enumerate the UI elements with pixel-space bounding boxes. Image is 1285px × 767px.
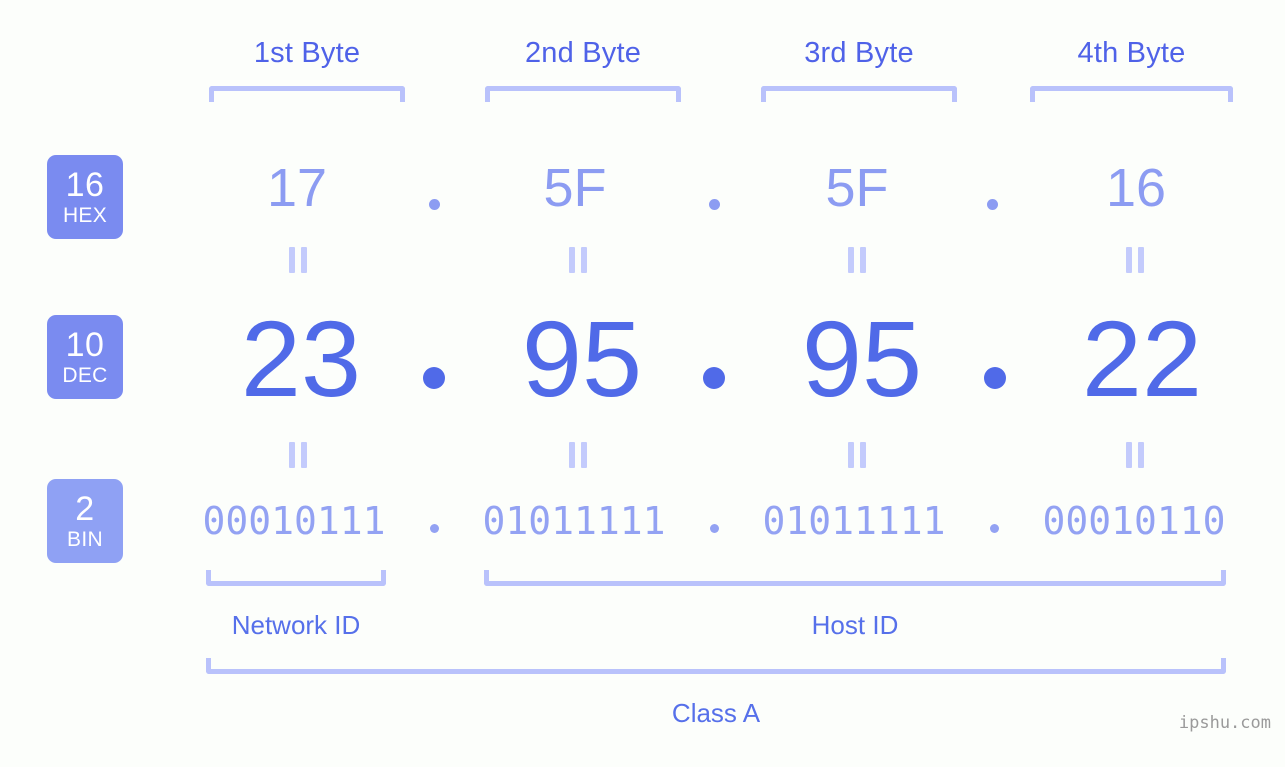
hex-separator-dot-3	[987, 199, 998, 210]
hex-octet-4: 16	[1105, 158, 1167, 218]
byte-header-2: 2nd Byte	[524, 37, 642, 69]
equals-mark-hex-dec-4	[1126, 247, 1144, 273]
hex-separator-dot-1	[429, 199, 440, 210]
equals-mark-hex-dec-2	[569, 247, 587, 273]
byte-header-3: 3rd Byte	[804, 37, 914, 69]
hex-octet-2: 5F	[543, 158, 607, 218]
equals-mark-dec-bin-2	[569, 442, 587, 468]
byte-bracket-top-4	[1030, 86, 1233, 102]
network-id-bracket	[206, 570, 386, 586]
dec-octet-2: 95	[521, 298, 643, 419]
byte-header-4: 4th Byte	[1077, 37, 1186, 69]
dec-separator-dot-3	[984, 367, 1006, 389]
dec-separator-dot-1	[423, 367, 445, 389]
network-id-label: Network ID	[231, 610, 361, 640]
bin-octet-3: 01011111	[762, 499, 946, 543]
base-badge-bin-label: BIN	[67, 528, 103, 551]
dec-octet-4: 22	[1081, 298, 1203, 419]
site-watermark: ipshu.com	[1178, 713, 1271, 733]
base-badge-bin-number: 2	[75, 490, 95, 528]
host-id-label: Host ID	[811, 610, 899, 640]
base-badge-dec: 10 DEC	[47, 315, 123, 399]
byte-bracket-top-2	[485, 86, 681, 102]
byte-bracket-top-3	[761, 86, 957, 102]
equals-mark-dec-bin-3	[848, 442, 866, 468]
base-badge-dec-number: 10	[65, 326, 105, 364]
base-badge-hex-number: 16	[65, 166, 105, 204]
bin-octet-2: 01011111	[482, 499, 666, 543]
dec-separator-dot-2	[703, 367, 725, 389]
dec-octet-1: 23	[240, 298, 362, 419]
hex-separator-dot-2	[709, 199, 720, 210]
byte-header-1: 1st Byte	[253, 37, 361, 69]
host-id-bracket	[484, 570, 1226, 586]
bin-separator-dot-2	[710, 524, 719, 533]
base-badge-hex-label: HEX	[62, 204, 108, 227]
hex-octet-1: 17	[266, 158, 328, 218]
equals-mark-dec-bin-4	[1126, 442, 1144, 468]
equals-mark-hex-dec-1	[289, 247, 307, 273]
equals-mark-hex-dec-3	[848, 247, 866, 273]
equals-mark-dec-bin-1	[289, 442, 307, 468]
base-badge-dec-label: DEC	[62, 364, 108, 387]
bin-octet-4: 00010110	[1042, 499, 1226, 543]
base-badge-bin: 2 BIN	[47, 479, 123, 563]
byte-bracket-top-1	[209, 86, 405, 102]
dec-octet-3: 95	[801, 298, 923, 419]
base-badge-hex: 16 HEX	[47, 155, 123, 239]
ip-address-breakdown-diagram: 1st Byte 2nd Byte 3rd Byte 4th Byte 16 H…	[0, 0, 1285, 767]
bin-separator-dot-3	[990, 524, 999, 533]
bin-octet-1: 00010111	[202, 499, 386, 543]
hex-octet-3: 5F	[825, 158, 889, 218]
class-bracket	[206, 658, 1226, 674]
bin-separator-dot-1	[430, 524, 439, 533]
class-label: Class A	[671, 698, 761, 728]
